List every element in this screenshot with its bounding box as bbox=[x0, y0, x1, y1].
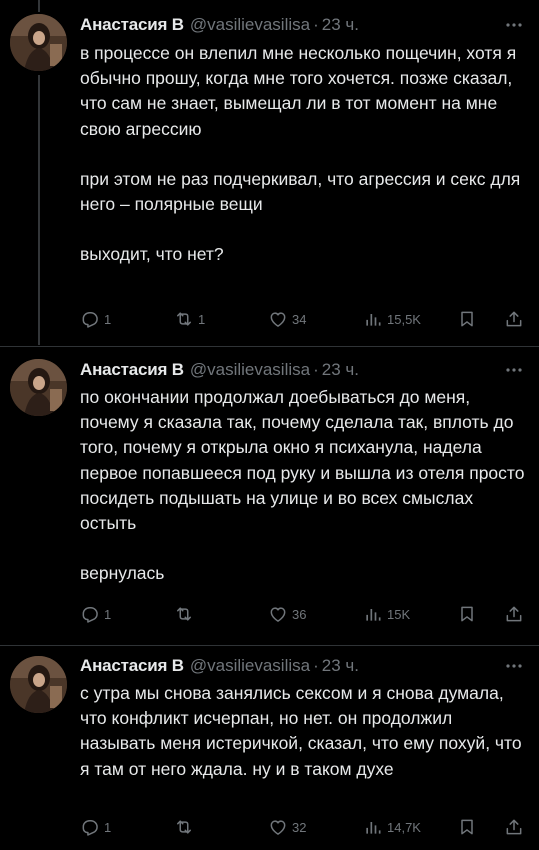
tweet-paragraph: вернулась bbox=[80, 563, 165, 584]
retweet-button[interactable]: 1 bbox=[174, 307, 205, 331]
reply-icon bbox=[80, 817, 100, 837]
bookmark-button[interactable] bbox=[457, 815, 477, 839]
like-icon bbox=[268, 817, 288, 837]
like-count: 32 bbox=[292, 819, 307, 835]
tweet-paragraph: при этом не раз подчеркивал, что агресси… bbox=[80, 168, 521, 215]
views-button[interactable]: 15K bbox=[363, 602, 410, 626]
views-icon bbox=[363, 604, 383, 624]
bookmark-icon bbox=[457, 604, 477, 624]
tweet-paragraph: в процессе он влепил мне несколько пощеч… bbox=[80, 43, 517, 139]
more-options-icon[interactable] bbox=[503, 15, 525, 35]
reply-button[interactable]: 1 bbox=[80, 307, 111, 331]
action-bar: 1 32 14,7K bbox=[80, 815, 525, 839]
bookmark-icon bbox=[457, 817, 477, 837]
share-button[interactable] bbox=[504, 307, 524, 331]
reply-count: 1 bbox=[104, 606, 112, 622]
reply-icon bbox=[80, 604, 100, 624]
action-bar: 1 1 34 15,5K bbox=[80, 307, 525, 331]
user-handle[interactable]: @vasilievasilisa bbox=[190, 15, 310, 35]
avatar[interactable] bbox=[10, 14, 67, 71]
bookmark-button[interactable] bbox=[457, 307, 477, 331]
user-handle[interactable]: @vasilievasilisa bbox=[190, 360, 310, 380]
bookmark-icon bbox=[457, 309, 477, 329]
retweet-button[interactable] bbox=[174, 815, 198, 839]
like-icon bbox=[268, 604, 288, 624]
display-name[interactable]: Анастасия В bbox=[80, 360, 184, 380]
reply-button[interactable]: 1 bbox=[80, 815, 111, 839]
more-options-icon[interactable] bbox=[503, 656, 525, 676]
like-count: 36 bbox=[292, 606, 307, 622]
like-button[interactable]: 34 bbox=[268, 307, 306, 331]
more-options-icon[interactable] bbox=[503, 360, 525, 380]
timestamp[interactable]: 23 ч. bbox=[322, 360, 359, 380]
retweet-button[interactable] bbox=[174, 602, 198, 626]
timestamp[interactable]: 23 ч. bbox=[322, 656, 359, 676]
views-button[interactable]: 15,5K bbox=[363, 307, 421, 331]
tweet-paragraph: выходит, что нет? bbox=[80, 244, 224, 265]
reply-count: 1 bbox=[104, 819, 112, 835]
share-icon bbox=[504, 817, 524, 837]
display-name[interactable]: Анастасия В bbox=[80, 656, 184, 676]
reply-count: 1 bbox=[104, 311, 112, 327]
tweet[interactable]: Анастасия В @vasilievasilisa · 23 ч. по … bbox=[0, 347, 539, 645]
retweet-icon bbox=[174, 309, 194, 329]
timestamp[interactable]: 23 ч. bbox=[322, 15, 359, 35]
view-count: 15,5K bbox=[387, 311, 421, 327]
tweet-text: с утра мы снова занялись сексом и я снов… bbox=[80, 681, 530, 782]
avatar[interactable] bbox=[10, 359, 67, 416]
separator-dot: · bbox=[313, 360, 319, 379]
action-bar: 1 36 15K bbox=[80, 602, 525, 626]
like-button[interactable]: 36 bbox=[268, 602, 306, 626]
like-count: 34 bbox=[292, 311, 307, 327]
tweet-paragraph: с утра мы снова занялись сексом и я снов… bbox=[80, 683, 522, 779]
reply-button[interactable]: 1 bbox=[80, 602, 111, 626]
separator-dot: · bbox=[313, 15, 319, 34]
user-handle[interactable]: @vasilievasilisa bbox=[190, 656, 310, 676]
bookmark-button[interactable] bbox=[457, 602, 477, 626]
view-count: 15K bbox=[387, 606, 411, 622]
views-icon bbox=[363, 817, 383, 837]
share-button[interactable] bbox=[504, 815, 524, 839]
tweet[interactable]: Анастасия В @vasilievasilisa · 23 ч. в п… bbox=[0, 0, 539, 346]
reply-icon bbox=[80, 309, 100, 329]
retweet-count: 1 bbox=[198, 311, 206, 327]
retweet-icon bbox=[174, 817, 194, 837]
avatar[interactable] bbox=[10, 656, 67, 713]
views-icon bbox=[363, 309, 383, 329]
tweet-text: по окончании продолжал доебываться до ме… bbox=[80, 385, 530, 586]
share-button[interactable] bbox=[504, 602, 524, 626]
share-icon bbox=[504, 604, 524, 624]
view-count: 14,7K bbox=[387, 819, 421, 835]
share-icon bbox=[504, 309, 524, 329]
like-button[interactable]: 32 bbox=[268, 815, 306, 839]
tweet[interactable]: Анастасия В @vasilievasilisa · 23 ч. с у… bbox=[0, 646, 539, 850]
retweet-icon bbox=[174, 604, 194, 624]
display-name[interactable]: Анастасия В bbox=[80, 15, 184, 35]
views-button[interactable]: 14,7K bbox=[363, 815, 421, 839]
tweet-text: в процессе он влепил мне несколько пощеч… bbox=[80, 41, 530, 267]
tweet-paragraph: по окончании продолжал доебываться до ме… bbox=[80, 387, 525, 534]
separator-dot: · bbox=[313, 656, 319, 675]
like-icon bbox=[268, 309, 288, 329]
